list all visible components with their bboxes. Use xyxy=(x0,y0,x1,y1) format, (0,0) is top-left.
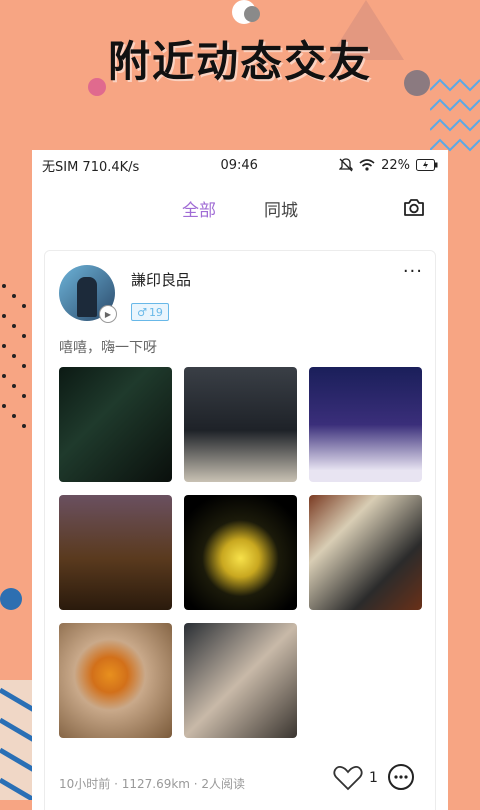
image-pastry[interactable] xyxy=(59,623,172,738)
image-couple-figurine[interactable] xyxy=(184,623,297,738)
post-text: 嘻嘻，嗨一下呀 xyxy=(59,340,157,356)
wifi-icon xyxy=(359,159,375,171)
age-value: 19 xyxy=(148,305,163,319)
post-username[interactable]: 謙印良品 xyxy=(131,269,191,290)
decor-circle-grey xyxy=(244,6,260,22)
image-mix-lamp[interactable] xyxy=(184,495,297,610)
camera-icon[interactable] xyxy=(402,196,426,220)
battery-percent: 22% xyxy=(381,157,410,173)
status-carrier: 无SIM 710.4K/s xyxy=(42,159,140,175)
gender-age-badge: ♂ 19 xyxy=(131,303,169,321)
status-time: 09:46 xyxy=(220,157,258,173)
image-bar-sign[interactable] xyxy=(59,367,172,482)
tab-all[interactable]: 全部 xyxy=(182,196,216,221)
like-count: 1 xyxy=(369,770,378,786)
decor-circle-left xyxy=(0,588,22,610)
more-options-icon[interactable]: ··· xyxy=(403,261,423,282)
play-icon[interactable]: ▶ xyxy=(99,305,117,323)
feed-tabs: 全部 同城 xyxy=(32,180,448,236)
image-drink-on-table[interactable] xyxy=(59,495,172,610)
avatar-figure xyxy=(77,277,97,317)
decor-dot-pattern xyxy=(2,284,26,428)
tab-same-city[interactable]: 同城 xyxy=(264,196,298,221)
image-man-at-table[interactable] xyxy=(184,367,297,482)
decor-stripes xyxy=(0,680,34,800)
battery-icon xyxy=(416,159,438,171)
image-coffee-sign[interactable] xyxy=(309,495,422,610)
mute-bell-icon xyxy=(339,158,354,172)
heart-icon[interactable] xyxy=(333,765,363,791)
comment-icon[interactable] xyxy=(387,763,415,791)
phone-screen: 无SIM 710.4K/s 09:46 22% 全部 同城 ▶ 謙印良品 ···… xyxy=(32,150,448,810)
post-meta: 10小时前 · 1127.69km · 2人阅读 xyxy=(59,777,246,791)
image-screenshot-game[interactable] xyxy=(309,367,422,482)
status-bar: 无SIM 710.4K/s 09:46 22% xyxy=(32,150,448,180)
promo-headline: 附近动态交友 xyxy=(107,37,372,86)
post-card: ▶ 謙印良品 ··· ♂ 19 嘻嘻，嗨一下呀 10小时前 · 1127.69k… xyxy=(44,250,436,810)
male-icon: ♂ xyxy=(137,305,147,319)
